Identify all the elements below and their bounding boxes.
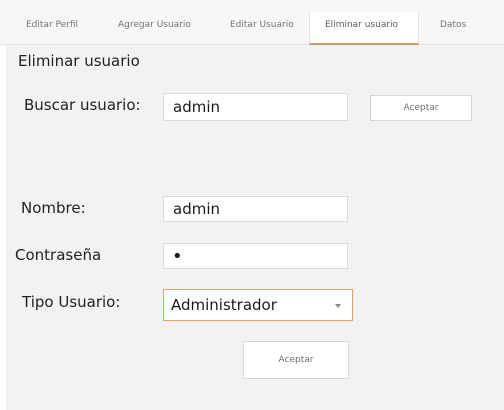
tab-bar: Editar Perfil Agregar Usuario Editar Usu… <box>0 0 504 45</box>
name-label: Nombre: <box>21 199 86 217</box>
user-type-select[interactable]: Administrador <box>163 289 353 321</box>
tab-editar-perfil[interactable]: Editar Perfil <box>26 20 78 30</box>
user-type-label: Tipo Usuario: <box>22 293 121 311</box>
tab-datos[interactable]: Datos <box>440 20 466 30</box>
section-title: Eliminar usuario <box>18 52 140 70</box>
user-type-select-value: Administrador <box>171 296 277 314</box>
tab-eliminar-usuario[interactable]: Eliminar usuario <box>325 20 398 30</box>
password-field-value: • <box>172 245 183 267</box>
tab-agregar-usuario[interactable]: Agregar Usuario <box>118 20 191 30</box>
password-label: Contraseña <box>15 246 102 264</box>
chevron-down-icon <box>335 304 341 308</box>
search-label: Buscar usuario: <box>24 96 141 114</box>
submit-accept-button[interactable]: Aceptar <box>243 341 349 379</box>
search-input-value: admin <box>173 98 220 116</box>
tab-editar-usuario[interactable]: Editar Usuario <box>230 20 294 30</box>
search-accept-button[interactable]: Aceptar <box>370 95 472 121</box>
name-field[interactable]: admin <box>163 196 348 222</box>
password-field[interactable]: • <box>163 243 348 269</box>
name-field-value: admin <box>173 200 220 218</box>
search-input[interactable]: admin <box>163 93 348 121</box>
